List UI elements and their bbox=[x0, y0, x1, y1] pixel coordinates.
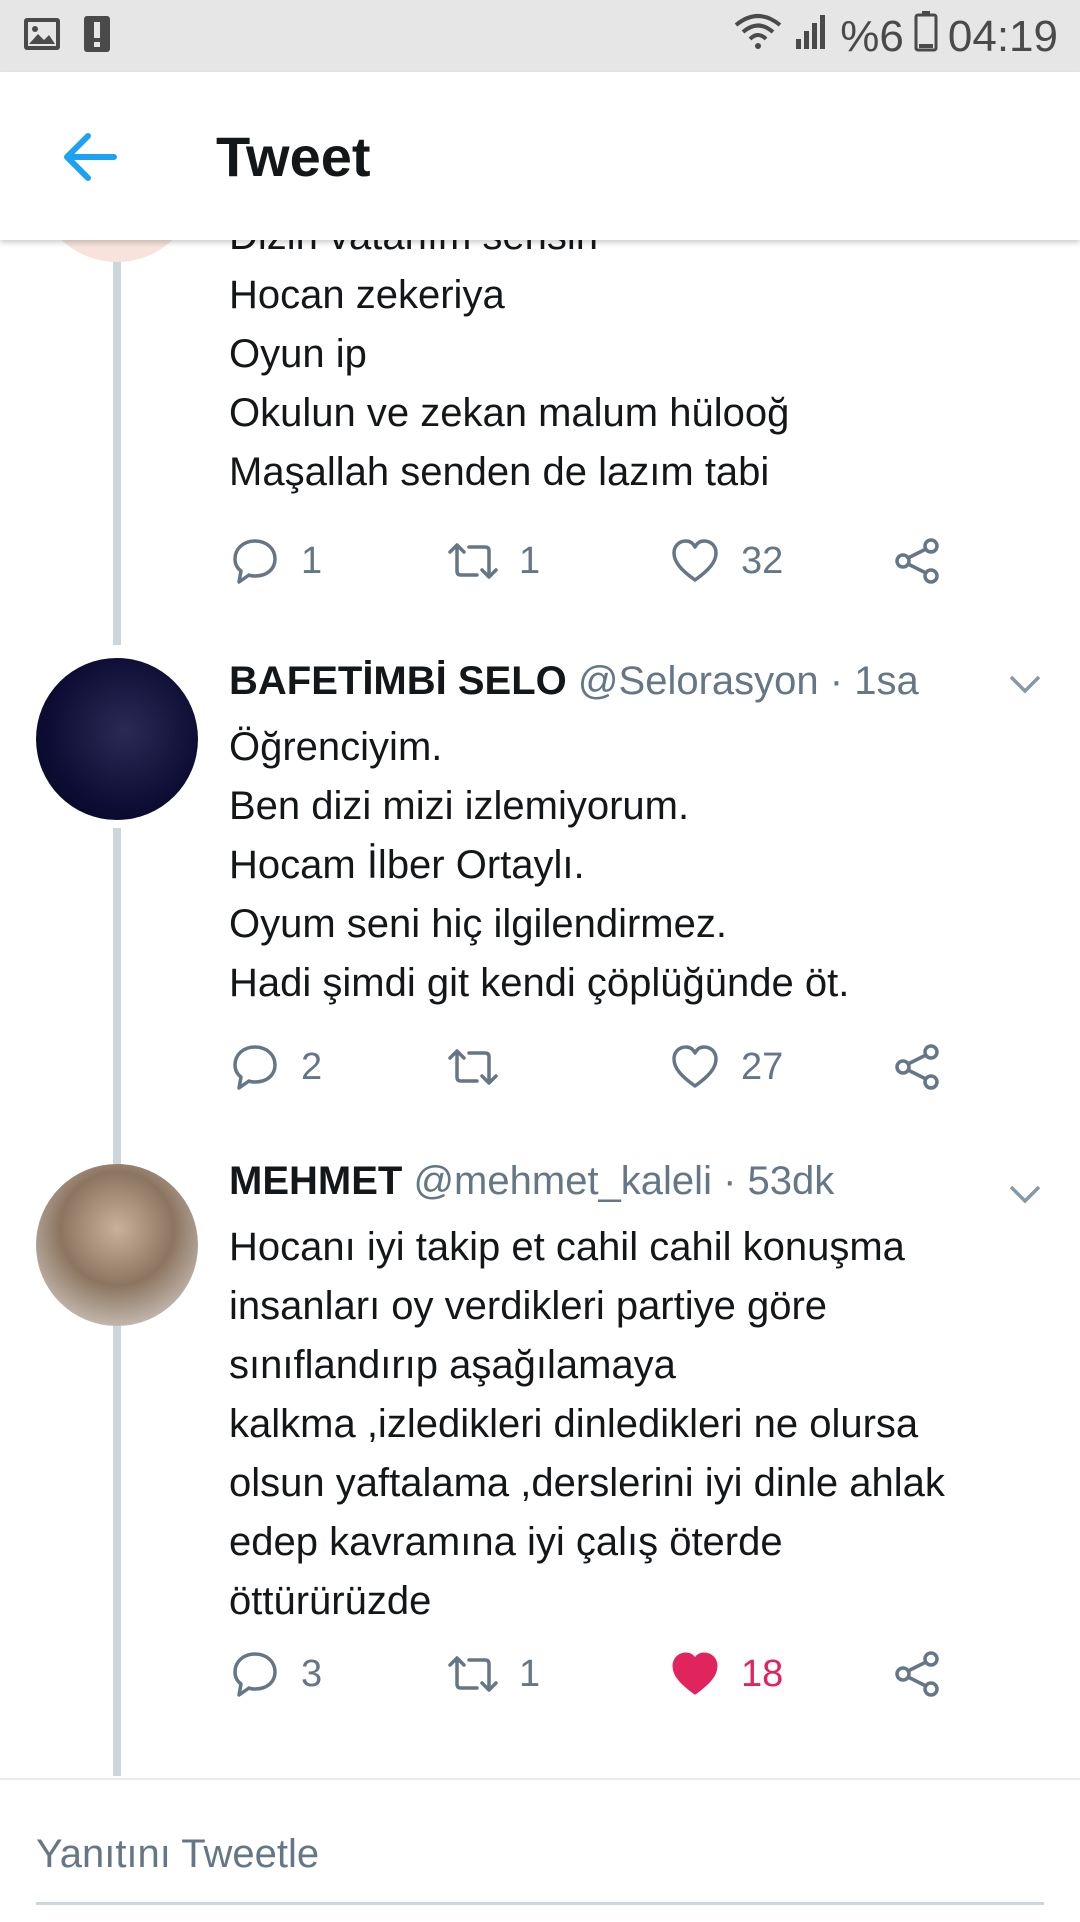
retweet-count: 1 bbox=[519, 1652, 541, 1695]
input-underline bbox=[36, 1902, 1044, 1905]
arrow-left-icon[interactable] bbox=[56, 122, 126, 192]
retweet-button[interactable]: 1 bbox=[447, 535, 540, 587]
clock: 04:19 bbox=[947, 11, 1058, 61]
retweet-count: 1 bbox=[519, 539, 541, 582]
reply-count: 1 bbox=[301, 539, 323, 582]
timestamp: · 53dk bbox=[723, 1159, 835, 1203]
share-button[interactable] bbox=[891, 1041, 943, 1093]
like-button[interactable]: 32 bbox=[669, 535, 783, 587]
share-button[interactable] bbox=[891, 1648, 943, 1700]
like-count: 32 bbox=[741, 539, 784, 582]
page-title: Tweet bbox=[216, 125, 371, 188]
like-count: 27 bbox=[741, 1045, 784, 1088]
retweet-button[interactable] bbox=[447, 1041, 519, 1093]
retweet-icon bbox=[448, 543, 498, 579]
tweet-thread[interactable]: Dizin vatanım sensin Hocan zekeriya Oyun… bbox=[0, 240, 1080, 1776]
timestamp: · 1sa bbox=[829, 659, 919, 703]
reply-count: 2 bbox=[301, 1045, 323, 1088]
retweet-icon bbox=[448, 1049, 498, 1085]
tweet-text: Dizin vatanım sensin Hocan zekeriya Oyun… bbox=[229, 240, 790, 494]
like-button[interactable]: 27 bbox=[669, 1041, 783, 1093]
heart-icon bbox=[672, 1045, 718, 1088]
avatar[interactable] bbox=[36, 1164, 198, 1326]
reply-count: 3 bbox=[301, 1652, 323, 1695]
reply-compose-bar: Yanıtını Tweetle bbox=[0, 1778, 1080, 1922]
retweet-button[interactable]: 1 bbox=[447, 1648, 540, 1700]
share-icon bbox=[895, 1651, 939, 1697]
like-count: 18 bbox=[741, 1652, 784, 1695]
reply-icon bbox=[233, 539, 277, 584]
alert-icon bbox=[82, 14, 112, 59]
status-bar: %6 04:19 bbox=[0, 0, 1080, 72]
app-bar: Tweet bbox=[0, 72, 1080, 240]
display-name[interactable]: BAFETİMBİ SELO bbox=[229, 659, 567, 703]
share-button[interactable] bbox=[891, 535, 943, 587]
tweet-actions: 1 1 32 bbox=[229, 535, 949, 595]
battery-percent: %6 bbox=[840, 11, 904, 61]
retweet-icon bbox=[448, 1656, 498, 1692]
signal-icon bbox=[794, 11, 830, 62]
chevron-down-icon[interactable] bbox=[1008, 674, 1042, 694]
avatar[interactable] bbox=[36, 658, 198, 820]
reply-button[interactable]: 2 bbox=[229, 1041, 322, 1093]
reply-button[interactable]: 1 bbox=[229, 535, 322, 587]
reply-button[interactable]: 3 bbox=[229, 1648, 322, 1700]
chevron-down-icon[interactable] bbox=[1008, 1184, 1042, 1204]
share-icon bbox=[895, 538, 939, 584]
thread-line bbox=[113, 1334, 121, 1776]
avatar[interactable] bbox=[36, 240, 198, 262]
tweet-text: Öğrenciyim. Ben dizi mizi izlemiyorum. H… bbox=[229, 725, 850, 1005]
wifi-icon bbox=[732, 11, 784, 62]
image-icon bbox=[22, 16, 62, 57]
tweet-header: BAFETİMBİ SELO @Selorasyon · 1sa bbox=[229, 659, 919, 704]
tweet-actions: 3 1 18 bbox=[229, 1648, 949, 1708]
username[interactable]: @mehmet_kaleli bbox=[413, 1159, 712, 1203]
share-icon bbox=[895, 1044, 939, 1090]
thread-line bbox=[113, 240, 121, 645]
battery-icon bbox=[914, 10, 938, 63]
username[interactable]: @Selorasyon bbox=[578, 659, 819, 703]
tweet-actions: 2 27 bbox=[229, 1041, 949, 1101]
tweet-header: MEHMET @mehmet_kaleli · 53dk bbox=[229, 1159, 834, 1204]
heart-filled-icon bbox=[672, 1652, 718, 1695]
tweet-text: Hocanı iyi takip et cahil cahil konuşma … bbox=[229, 1225, 945, 1623]
reply-input[interactable]: Yanıtını Tweetle bbox=[36, 1832, 319, 1877]
heart-icon bbox=[672, 539, 718, 582]
like-button[interactable]: 18 bbox=[669, 1648, 783, 1700]
reply-icon bbox=[233, 1652, 277, 1697]
reply-icon bbox=[233, 1045, 277, 1090]
display-name[interactable]: MEHMET bbox=[229, 1159, 402, 1203]
